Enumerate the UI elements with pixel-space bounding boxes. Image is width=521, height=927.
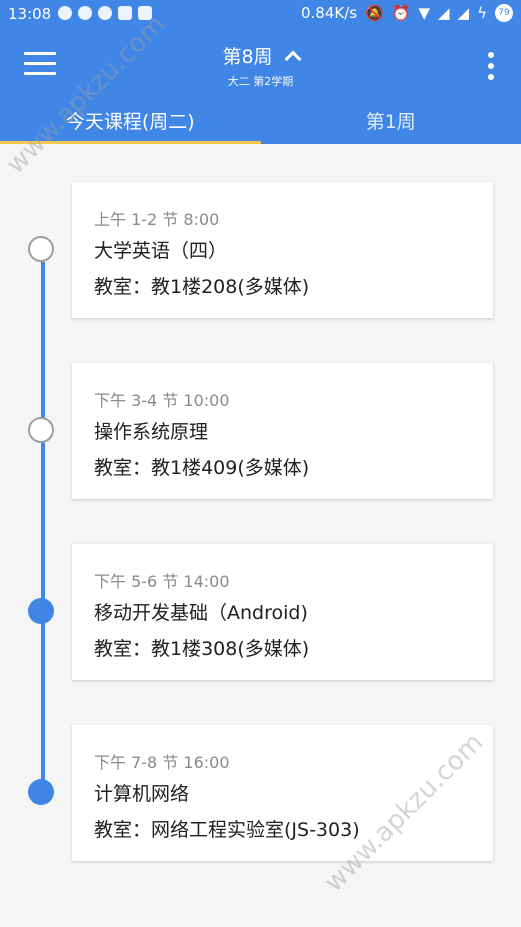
notification-icon xyxy=(98,6,112,20)
course-time: 上午 1-2 节 8:00 xyxy=(94,210,220,229)
course-room: 教室：教1楼409(多媒体) xyxy=(94,457,310,479)
notification-icon xyxy=(78,6,92,20)
charging-icon: ϟ xyxy=(477,4,487,22)
course-time: 下午 3-4 节 10:00 xyxy=(94,391,230,410)
signal-icon-2: ◢ xyxy=(457,4,470,22)
network-speed: 0.84K/s xyxy=(300,4,358,22)
course-room: 教室：教1楼308(多媒体) xyxy=(94,638,310,660)
more-options-icon[interactable] xyxy=(487,52,495,80)
course-card[interactable]: 上午 1-2 节 8:00 大学英语（四） 教室：教1楼208(多媒体) xyxy=(72,182,493,318)
mute-icon: 🔕 xyxy=(365,4,384,22)
alarm-icon: ⏰ xyxy=(391,4,411,22)
course-card[interactable]: 下午 3-4 节 10:00 操作系统原理 教室：教1楼409(多媒体) xyxy=(72,363,493,499)
course-time: 下午 7-8 节 16:00 xyxy=(94,753,230,772)
chevron-up-icon xyxy=(284,50,302,67)
notification-icon xyxy=(58,6,72,20)
status-right: 0.84K/s 🔕 ⏰ ▼ ◢ ◢ ϟ 79 xyxy=(301,4,513,22)
status-bar: 13:08 0.84K/s 🔕 ⏰ ▼ ◢ ◢ ϟ 79 xyxy=(0,0,521,28)
timeline-line xyxy=(41,262,45,794)
course-name: 计算机网络 xyxy=(94,783,190,805)
course-card[interactable]: 下午 5-6 节 14:00 移动开发基础（Android) 教室：教1楼308… xyxy=(72,544,493,680)
timeline-dot xyxy=(28,236,54,262)
course-time: 下午 5-6 节 14:00 xyxy=(94,572,230,591)
timeline-dot xyxy=(28,779,54,805)
course-name: 移动开发基础（Android) xyxy=(94,602,308,624)
tab-week-label: 第1周 xyxy=(365,111,416,133)
wifi-icon: ▼ xyxy=(418,4,430,22)
notification-icons xyxy=(58,6,152,20)
signal-icon: ◢ xyxy=(438,4,450,22)
tab-week[interactable]: 第1周 xyxy=(261,100,521,144)
course-room: 教室：教1楼208(多媒体) xyxy=(94,276,310,298)
course-name: 操作系统原理 xyxy=(94,421,209,443)
course-name: 大学英语（四） xyxy=(94,240,228,262)
timeline-dot xyxy=(28,598,54,624)
week-title: 第8周 xyxy=(222,46,273,68)
timeline-dot xyxy=(28,417,54,443)
course-room: 教室：网络工程实验室(JS-303) xyxy=(94,819,360,841)
notification-icon xyxy=(118,6,132,20)
battery-icon: 79 xyxy=(495,4,513,22)
status-time: 13:08 xyxy=(8,5,52,23)
